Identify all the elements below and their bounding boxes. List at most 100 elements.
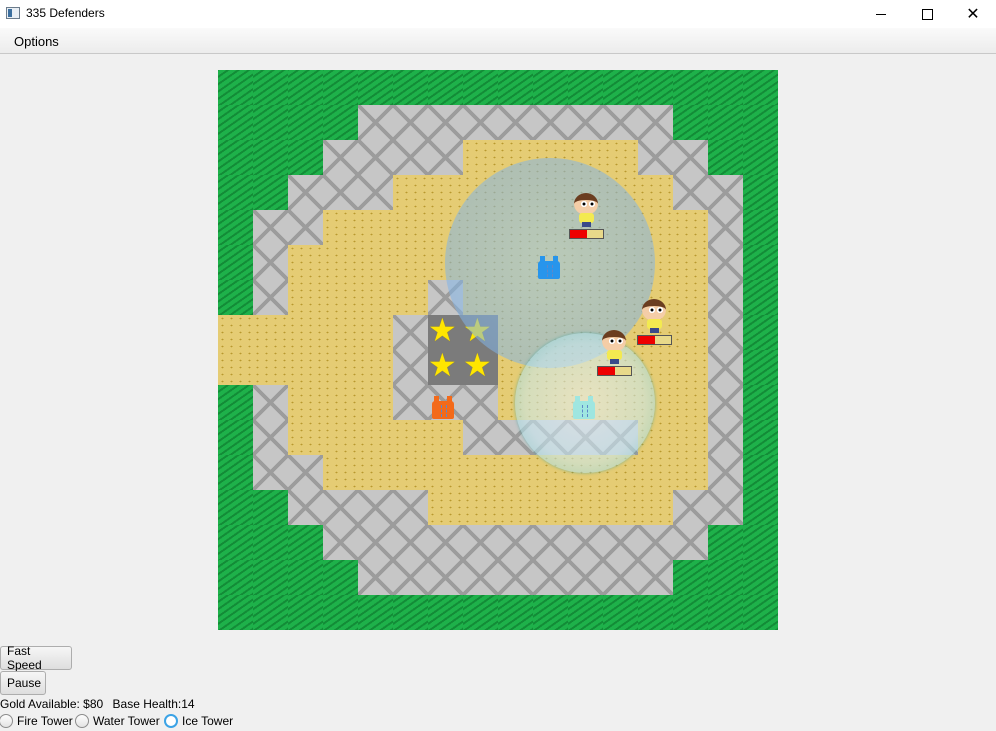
grass-tile[interactable] [463, 70, 498, 105]
grass-tile[interactable] [708, 140, 743, 175]
stone-tile[interactable] [393, 525, 428, 560]
sand-tile[interactable] [323, 385, 358, 420]
stone-tile[interactable] [288, 175, 323, 210]
grass-tile[interactable] [708, 560, 743, 595]
sand-tile[interactable] [253, 315, 288, 350]
grass-tile[interactable] [253, 140, 288, 175]
grass-tile[interactable] [218, 560, 253, 595]
grass-tile[interactable] [743, 525, 778, 560]
sand-tile[interactable] [603, 140, 638, 175]
grass-tile[interactable] [218, 525, 253, 560]
grass-tile[interactable] [218, 70, 253, 105]
grass-tile[interactable] [673, 560, 708, 595]
grass-tile[interactable] [743, 490, 778, 525]
sand-tile[interactable] [323, 455, 358, 490]
sand-tile[interactable] [393, 420, 428, 455]
grass-tile[interactable] [218, 175, 253, 210]
grass-tile[interactable] [218, 385, 253, 420]
grass-tile[interactable] [743, 350, 778, 385]
sand-tile[interactable] [288, 245, 323, 280]
stone-tile[interactable] [708, 490, 743, 525]
grass-tile[interactable] [323, 595, 358, 630]
sand-tile[interactable] [393, 175, 428, 210]
sand-tile[interactable] [673, 315, 708, 350]
stone-tile[interactable] [498, 560, 533, 595]
grass-tile[interactable] [568, 70, 603, 105]
grass-tile[interactable] [638, 70, 673, 105]
menu-options[interactable]: Options [14, 34, 59, 49]
grass-tile[interactable] [708, 70, 743, 105]
grass-tile[interactable] [218, 245, 253, 280]
sand-tile[interactable] [288, 350, 323, 385]
stone-tile[interactable] [673, 525, 708, 560]
water-tower-radio[interactable]: Water Tower [75, 712, 160, 730]
minimize-button[interactable] [858, 0, 904, 28]
water-tower[interactable] [538, 256, 560, 279]
maximize-button[interactable] [904, 0, 950, 28]
grass-tile[interactable] [393, 595, 428, 630]
stone-tile[interactable] [638, 525, 673, 560]
stone-tile[interactable] [603, 560, 638, 595]
grass-tile[interactable] [463, 595, 498, 630]
grass-tile[interactable] [638, 595, 673, 630]
grass-tile[interactable] [708, 525, 743, 560]
stone-tile[interactable] [428, 140, 463, 175]
sand-tile[interactable] [428, 420, 463, 455]
stone-tile[interactable] [533, 525, 568, 560]
radio-circle[interactable] [75, 714, 89, 728]
stone-tile[interactable] [463, 420, 498, 455]
sand-tile[interactable] [218, 350, 253, 385]
grass-tile[interactable] [708, 105, 743, 140]
grass-tile[interactable] [288, 140, 323, 175]
grass-tile[interactable] [743, 175, 778, 210]
stone-tile[interactable] [253, 210, 288, 245]
stone-tile[interactable] [358, 490, 393, 525]
sand-tile[interactable] [393, 280, 428, 315]
stone-tile[interactable] [393, 315, 428, 350]
grass-tile[interactable] [253, 105, 288, 140]
stone-tile[interactable] [428, 560, 463, 595]
sand-tile[interactable] [428, 455, 463, 490]
stone-tile[interactable] [393, 350, 428, 385]
sand-tile[interactable] [463, 490, 498, 525]
sand-tile[interactable] [638, 490, 673, 525]
stone-tile[interactable] [393, 490, 428, 525]
stone-tile[interactable] [708, 455, 743, 490]
sand-tile[interactable] [358, 350, 393, 385]
grass-tile[interactable] [743, 385, 778, 420]
grass-tile[interactable] [743, 245, 778, 280]
stone-tile[interactable] [358, 175, 393, 210]
grass-tile[interactable] [218, 140, 253, 175]
grass-tile[interactable] [743, 70, 778, 105]
stone-tile[interactable] [673, 490, 708, 525]
grass-tile[interactable] [218, 420, 253, 455]
stone-tile[interactable] [708, 210, 743, 245]
stone-tile[interactable] [708, 420, 743, 455]
sand-tile[interactable] [393, 245, 428, 280]
sand-tile[interactable] [288, 385, 323, 420]
stone-tile[interactable] [253, 385, 288, 420]
sand-tile[interactable] [323, 420, 358, 455]
stone-tile[interactable] [323, 175, 358, 210]
grass-tile[interactable] [323, 560, 358, 595]
stone-tile[interactable] [288, 490, 323, 525]
grass-tile[interactable] [743, 105, 778, 140]
stone-tile[interactable] [603, 105, 638, 140]
sand-tile[interactable] [358, 455, 393, 490]
sand-tile[interactable] [498, 490, 533, 525]
grass-tile[interactable] [218, 490, 253, 525]
stone-tile[interactable] [498, 525, 533, 560]
sand-tile[interactable] [673, 385, 708, 420]
radio-circle[interactable] [164, 714, 178, 728]
stone-tile[interactable] [568, 525, 603, 560]
sand-tile[interactable] [673, 210, 708, 245]
sand-tile[interactable] [323, 210, 358, 245]
grass-tile[interactable] [288, 105, 323, 140]
sand-tile[interactable] [358, 420, 393, 455]
ice-tower[interactable] [573, 396, 595, 419]
stone-tile[interactable] [358, 105, 393, 140]
sand-tile[interactable] [393, 455, 428, 490]
stone-tile[interactable] [288, 210, 323, 245]
grass-tile[interactable] [288, 595, 323, 630]
grass-tile[interactable] [323, 105, 358, 140]
